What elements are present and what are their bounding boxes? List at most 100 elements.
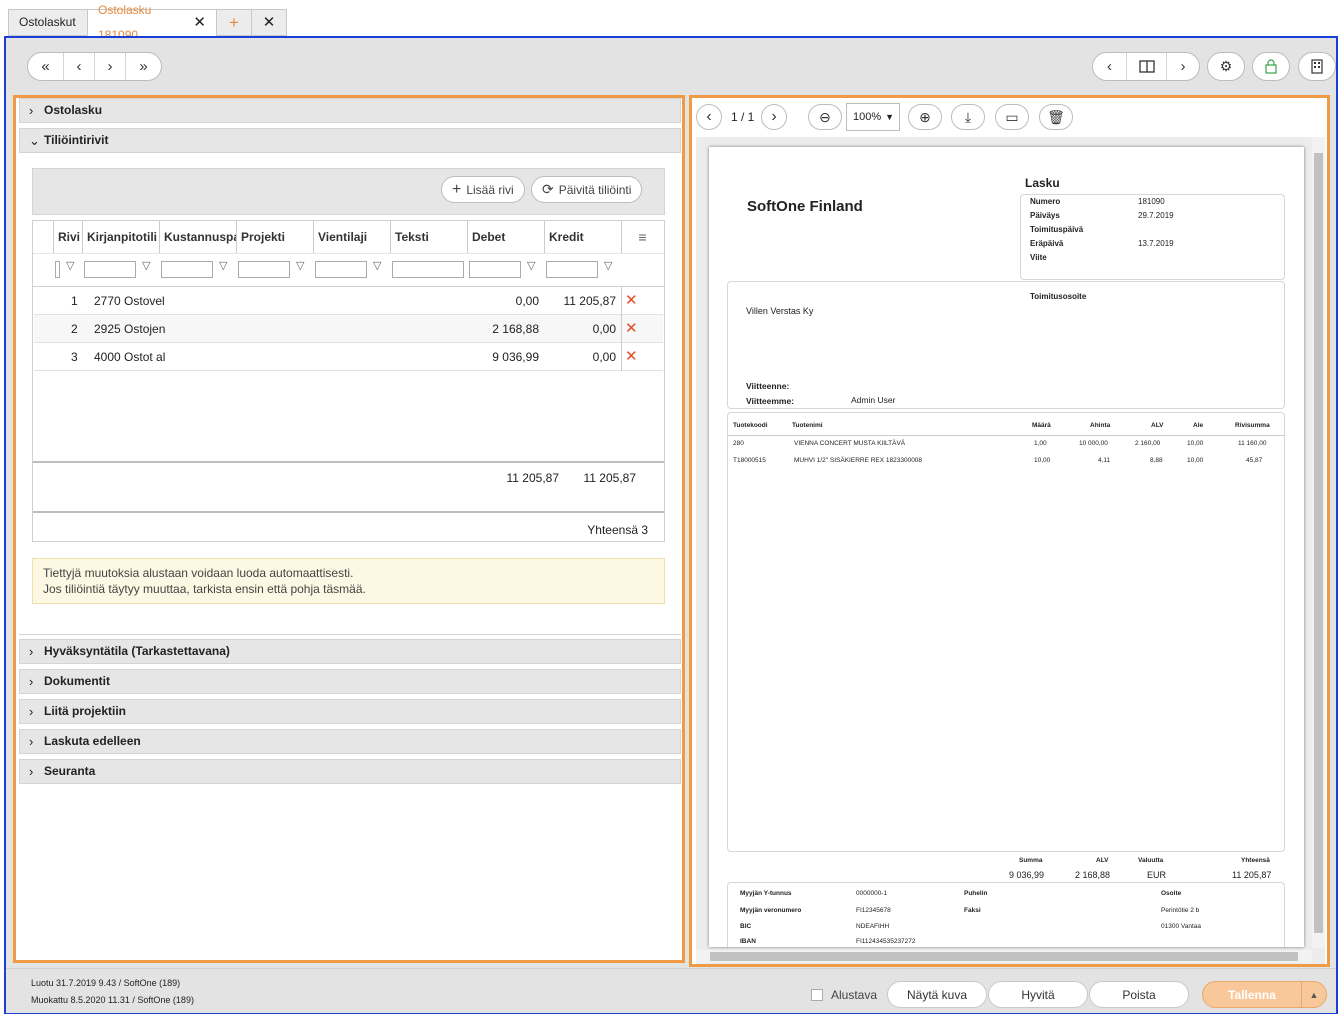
address-box xyxy=(727,281,1285,409)
tab-bar: Ostolaskut Ostolasku 181090 ✕ + ✕ xyxy=(0,0,1341,42)
chevron-down-icon: ⌄ xyxy=(29,133,40,148)
chevron-right-icon: › xyxy=(29,734,34,749)
delete-button[interactable]: Poista xyxy=(1089,981,1189,1008)
next-record-button[interactable]: › xyxy=(95,53,126,80)
column-menu-icon[interactable]: ≡ xyxy=(621,221,663,253)
lock-icon[interactable] xyxy=(1252,52,1290,81)
column-debet[interactable]: Debet xyxy=(467,221,544,253)
close-icon: ✕ xyxy=(262,14,276,31)
invoice-title: Lasku xyxy=(1025,176,1060,190)
chevron-right-icon[interactable]: › xyxy=(1167,53,1199,80)
filter-icon[interactable]: ▽ xyxy=(527,259,535,272)
download-icon[interactable]: ⤓ xyxy=(951,104,985,130)
filter-kredit[interactable] xyxy=(546,261,598,278)
close-all-tabs-button[interactable]: ✕ xyxy=(251,9,287,36)
section-seuranta[interactable]: › Seuranta xyxy=(19,759,681,784)
vertical-scrollbar[interactable] xyxy=(1312,137,1325,948)
close-tab-icon[interactable]: ✕ xyxy=(193,15,206,30)
add-row-button[interactable]: + Lisää rivi xyxy=(441,176,525,203)
section-tiliointirivit[interactable]: ⌄ Tiliöintirivit xyxy=(19,128,681,153)
filter-vientilaji[interactable] xyxy=(315,261,367,278)
credit-button[interactable]: Hyvitä xyxy=(988,981,1088,1008)
zoom-in-icon[interactable]: ⊕ xyxy=(908,104,942,130)
column-kirjanpitotili[interactable]: Kirjanpitotili xyxy=(82,221,159,253)
header-divider xyxy=(33,253,664,254)
horizontal-scrollbar[interactable] xyxy=(696,950,1312,963)
plus-icon: + xyxy=(452,180,462,198)
chevron-right-icon: › xyxy=(29,704,34,719)
chevron-left-icon[interactable]: ‹ xyxy=(1093,53,1127,80)
column-projekti[interactable]: Projekti xyxy=(236,221,313,253)
chevron-right-icon: › xyxy=(29,644,34,659)
new-tab-button[interactable]: + xyxy=(216,9,252,36)
tab-ostolaskut[interactable]: Ostolaskut xyxy=(8,9,88,36)
filter-projekti[interactable] xyxy=(238,261,290,278)
section-liita-projektiin[interactable]: › Liitä projektiin xyxy=(19,699,681,724)
record-navigation: « ‹ › » xyxy=(27,52,162,81)
scrollbar-thumb[interactable] xyxy=(710,952,1298,961)
section-divider xyxy=(19,634,681,635)
fit-page-icon[interactable]: ▭ xyxy=(995,104,1029,130)
building-icon[interactable] xyxy=(1298,52,1336,81)
grid-totals: 11 205,87 11 205,87 xyxy=(33,461,664,513)
invoice-meta-box xyxy=(1020,194,1285,280)
gear-icon[interactable]: ⚙ xyxy=(1207,52,1245,81)
refresh-icon: ⟳ xyxy=(542,181,554,197)
previous-record-button[interactable]: ‹ xyxy=(64,53,95,80)
modified-info: Muokattu 8.5.2020 11.31 / SoftOne (189) xyxy=(31,995,194,1005)
trash-icon[interactable]: 🗑 xyxy=(1039,104,1073,130)
chevron-right-icon: › xyxy=(29,674,34,689)
grid-header: Rivi Kirjanpitotili Kustannuspa... Proje… xyxy=(33,221,664,287)
seller-info-box xyxy=(727,882,1285,947)
filter-icon[interactable]: ▽ xyxy=(604,259,612,272)
filter-icon[interactable]: ▽ xyxy=(66,259,74,272)
created-info: Luotu 31.7.2019 9.43 / SoftOne (189) xyxy=(31,978,181,988)
column-kustannuspaikka[interactable]: Kustannuspa... xyxy=(159,221,236,253)
delete-row-icon[interactable]: ✕ xyxy=(625,347,638,365)
previous-page-button[interactable]: ‹ xyxy=(696,104,722,130)
customer-name: Villen Verstas Ky xyxy=(746,306,814,316)
filter-kirjanpitotili[interactable] xyxy=(84,261,136,278)
filter-debet[interactable] xyxy=(469,261,521,278)
column-vientilaji[interactable]: Vientilaji xyxy=(313,221,390,253)
line-items-box xyxy=(727,412,1285,852)
section-ostolasku[interactable]: › Ostolasku xyxy=(19,98,681,123)
next-page-button[interactable]: › xyxy=(761,104,787,130)
refresh-accounting-button[interactable]: ⟳ Päivitä tiliöinti xyxy=(531,176,643,203)
filter-teksti[interactable] xyxy=(392,261,464,278)
show-image-button[interactable]: Näytä kuva xyxy=(887,981,987,1008)
delete-row-icon[interactable]: ✕ xyxy=(625,319,638,337)
save-button[interactable]: Tallenna xyxy=(1202,981,1302,1008)
filter-icon[interactable]: ▽ xyxy=(142,259,150,272)
section-laskuta-edelleen[interactable]: › Laskuta edelleen xyxy=(19,729,681,754)
tab-ostolasku-181090[interactable]: Ostolasku 181090 ✕ xyxy=(87,3,217,42)
column-divider xyxy=(621,287,622,371)
column-kredit[interactable]: Kredit xyxy=(544,221,621,253)
filter-icon[interactable]: ▽ xyxy=(219,259,227,272)
zoom-out-icon[interactable]: ⊖ xyxy=(808,104,842,130)
line-items-divider xyxy=(727,435,1285,436)
zoom-select[interactable]: 100% ▼ xyxy=(846,103,900,131)
scrollbar-thumb[interactable] xyxy=(1314,153,1323,933)
draft-checkbox[interactable] xyxy=(811,989,823,1001)
section-dokumentit[interactable]: › Dokumentit xyxy=(19,669,681,694)
invoice-page: SoftOne Finland Lasku Numero 181090 Päivä… xyxy=(709,147,1304,947)
first-record-button[interactable]: « xyxy=(28,53,64,80)
select-all-checkbox[interactable] xyxy=(55,261,60,278)
grid-toolbar: + Lisää rivi ⟳ Päivitä tiliöinti xyxy=(32,168,665,215)
last-record-button[interactable]: » xyxy=(126,53,161,80)
filter-kustannuspaikka[interactable] xyxy=(161,261,213,278)
save-options-caret-icon[interactable]: ▲ xyxy=(1301,981,1327,1008)
filter-icon[interactable]: ▽ xyxy=(296,259,304,272)
notice-box: Tiettyjä muutoksia alustaan voidaan luod… xyxy=(32,558,665,604)
split-view-icon[interactable] xyxy=(1127,53,1167,80)
column-rivi[interactable]: Rivi xyxy=(53,221,82,253)
table-row[interactable]: 3 4000 Ostot al 9 036,99 0,00 ✕ xyxy=(34,343,663,371)
table-row[interactable]: 1 2770 Ostovel 0,00 11 205,87 ✕ xyxy=(34,287,663,315)
delete-row-icon[interactable]: ✕ xyxy=(625,291,638,309)
table-row[interactable]: 2 2925 Ostojen 2 168,88 0,00 ✕ xyxy=(34,315,663,343)
chevron-right-icon: › xyxy=(29,764,34,779)
section-hyvaksyntatila[interactable]: › Hyväksyntätila (Tarkastettavana) xyxy=(19,639,681,664)
filter-icon[interactable]: ▽ xyxy=(373,259,381,272)
column-teksti[interactable]: Teksti xyxy=(390,221,467,253)
